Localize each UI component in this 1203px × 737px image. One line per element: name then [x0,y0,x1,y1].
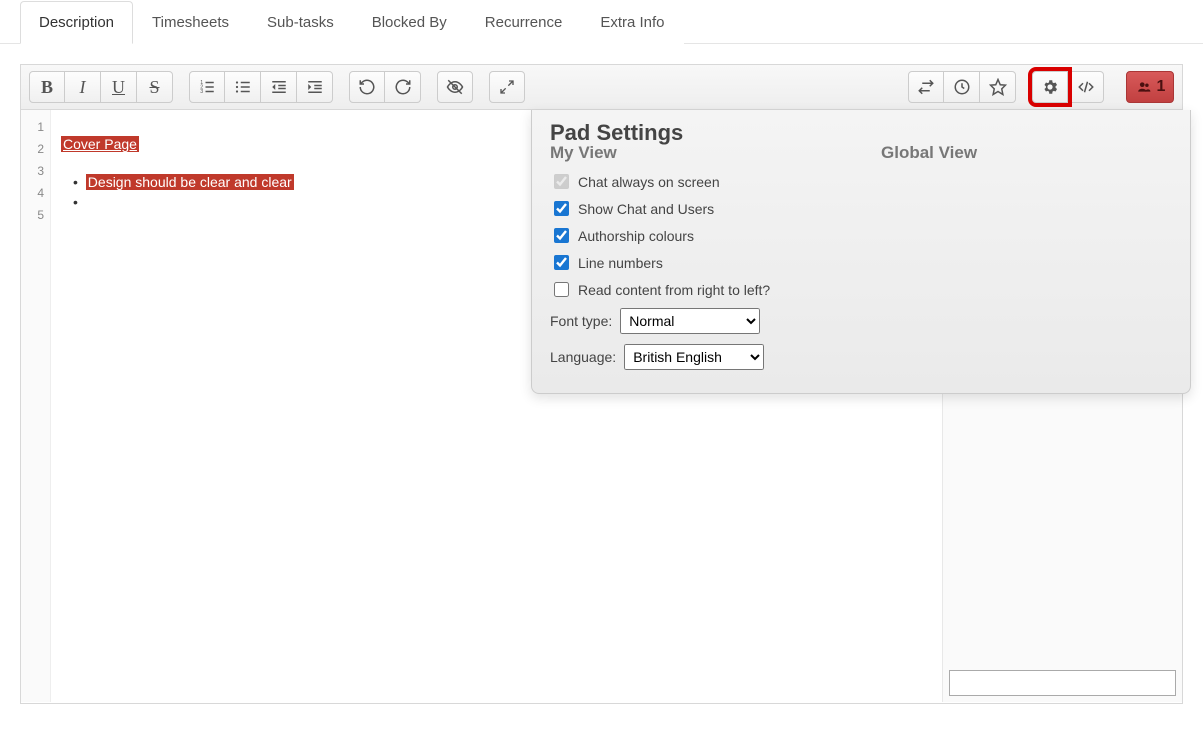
line-number: 5 [21,204,50,226]
doc-text-highlighted: Design should be clear and clear [86,174,294,190]
chk-label: Line numbers [578,254,663,272]
embed-button[interactable] [1068,71,1104,103]
clock-icon [953,78,971,96]
users-count: 1 [1157,78,1166,96]
svg-text:3: 3 [200,89,203,95]
unordered-list-icon [234,78,252,96]
italic-button[interactable]: I [65,71,101,103]
lang-label: Language: [550,348,616,366]
chk-chat-always-row[interactable]: Chat always on screen [550,168,841,195]
strike-icon: S [149,77,159,98]
tab-extrainfo[interactable]: Extra Info [581,1,683,44]
settings-title: Pad Settings [550,124,1172,142]
tab-label: Sub-tasks [267,14,334,31]
my-view-column: My View Chat always on screen Show Chat … [550,144,841,375]
global-view-column: Global View [881,144,1172,375]
tab-blockedby[interactable]: Blocked By [353,1,466,44]
tab-label: Extra Info [600,14,664,31]
tab-description[interactable]: Description [20,1,133,44]
underline-button[interactable]: U [101,71,137,103]
line-number: 4 [21,182,50,204]
chat-input[interactable] [949,670,1176,696]
users-button[interactable]: 1 [1126,71,1174,103]
fullscreen-button[interactable] [489,71,525,103]
settings-button[interactable] [1032,71,1068,103]
chk-label: Read content from right to left? [578,281,770,299]
star-icon [989,78,1007,96]
underline-icon: U [112,77,125,98]
redo-button[interactable] [385,71,421,103]
undo-button[interactable] [349,71,385,103]
code-icon [1076,78,1096,96]
timeslider-button[interactable] [944,71,980,103]
tab-label: Description [39,14,114,31]
redo-icon [394,78,412,96]
my-view-heading: My View [550,144,841,162]
chk-chat-always[interactable] [554,174,569,189]
font-label: Font type: [550,312,612,330]
chk-line-numbers[interactable] [554,255,569,270]
strikethrough-button[interactable]: S [137,71,173,103]
line-number-gutter: 1 2 3 4 5 [21,110,51,702]
bold-button[interactable]: B [29,71,65,103]
outdent-icon [270,78,288,96]
document-body[interactable]: Cover Page Design should be clear and cl… [51,110,942,702]
tab-subtasks[interactable]: Sub-tasks [248,1,353,44]
tab-label: Timesheets [152,14,229,31]
undo-icon [358,78,376,96]
clear-authorship-button[interactable] [437,71,473,103]
tab-label: Blocked By [372,14,447,31]
pad-settings-popover: Pad Settings My View Chat always on scre… [531,110,1191,394]
chk-show-chat-users[interactable] [554,201,569,216]
gear-icon [1041,78,1059,96]
outdent-button[interactable] [261,71,297,103]
chk-show-chat-users-row[interactable]: Show Chat and Users [550,195,841,222]
ordered-list-icon: 123 [198,78,216,96]
tab-recurrence[interactable]: Recurrence [466,1,582,44]
fullscreen-icon [499,79,515,95]
italic-icon: I [80,77,86,98]
chk-authorship[interactable] [554,228,569,243]
unordered-list-button[interactable] [225,71,261,103]
tab-timesheets[interactable]: Timesheets [133,1,248,44]
chk-authorship-row[interactable]: Authorship colours [550,222,841,249]
chk-label: Authorship colours [578,227,694,245]
chk-line-numbers-row[interactable]: Line numbers [550,249,841,276]
line-number: 3 [21,160,50,182]
indent-button[interactable] [297,71,333,103]
tab-label: Recurrence [485,14,563,31]
editor-toolbar: B I U S 123 [21,65,1182,110]
chk-rtl-row[interactable]: Read content from right to left? [550,276,841,303]
font-type-row: Font type: Normal [550,303,841,339]
saved-revisions-button[interactable] [980,71,1016,103]
font-select[interactable]: Normal [620,308,760,334]
content-area: 1 2 3 4 5 Cover Page Design should be cl… [21,110,1182,702]
line-number: 1 [21,116,50,138]
editor-container: B I U S 123 [20,64,1183,704]
bold-icon: B [41,77,53,98]
ordered-list-button[interactable]: 123 [189,71,225,103]
line-number: 2 [21,138,50,160]
users-icon [1135,80,1153,94]
language-select[interactable]: British English [624,344,764,370]
chk-label: Show Chat and Users [578,200,714,218]
global-view-heading: Global View [881,144,1172,162]
swap-icon [917,78,935,96]
language-row: Language: British English [550,339,841,375]
eye-slash-icon [446,78,464,96]
tabs-row: Description Timesheets Sub-tasks Blocked… [0,0,1203,44]
import-export-button[interactable] [908,71,944,103]
chk-rtl[interactable] [554,282,569,297]
doc-text-highlighted: Cover Page [61,136,139,152]
chk-label: Chat always on screen [578,173,720,191]
indent-icon [306,78,324,96]
